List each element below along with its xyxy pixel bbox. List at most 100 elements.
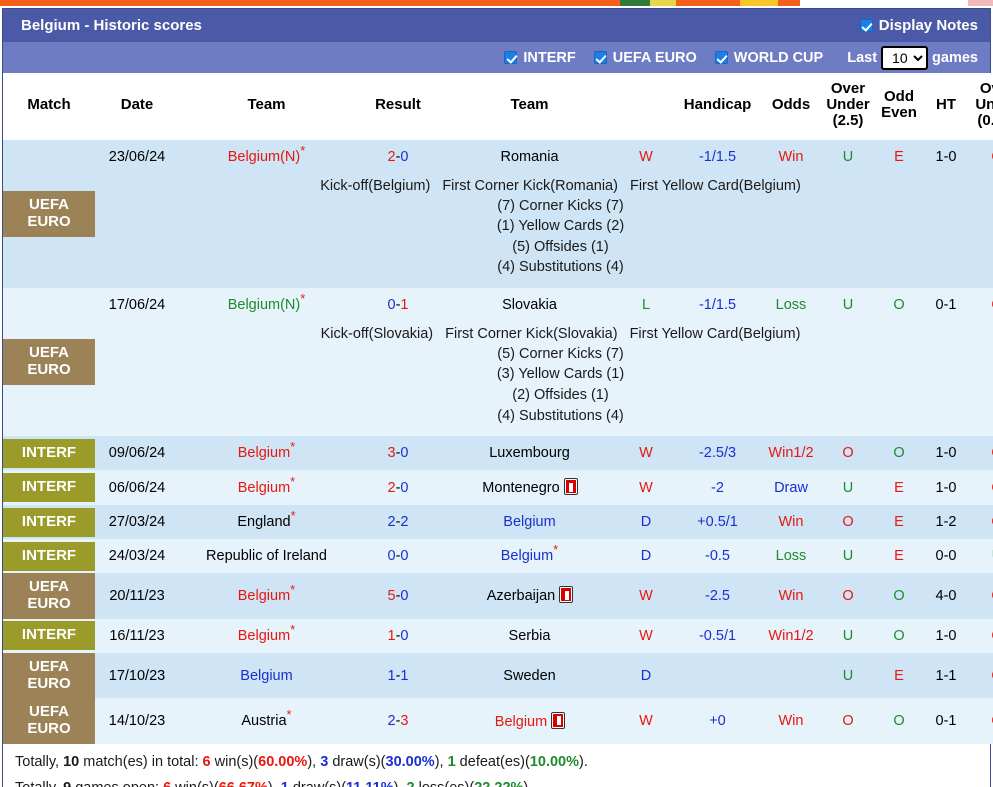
result-cell[interactable]: 2-3 <box>354 698 442 744</box>
league-badge-line2: EURO <box>27 594 71 612</box>
home-team-cell[interactable]: Belgium* <box>179 470 354 506</box>
away-team-cell[interactable]: Montenegro <box>442 470 617 506</box>
col-header-odds: Odds <box>760 73 822 140</box>
table-row[interactable]: INTERF 09/06/24 Belgium* 3-0 Luxembourg W -2.5… <box>3 436 993 471</box>
score-home: 1 <box>387 667 396 684</box>
result-cell[interactable]: 2-0 <box>354 470 442 506</box>
home-team-cell[interactable]: Belgium* <box>179 436 354 471</box>
win-draw-loss-cell: L <box>617 287 675 322</box>
txt: draw(s)( <box>289 780 346 787</box>
home-team-cell[interactable]: Austria* <box>179 698 354 744</box>
team-name: England <box>237 514 291 531</box>
result-cell[interactable]: 3-0 <box>354 436 442 471</box>
score-home: 0 <box>387 296 396 313</box>
odds-result-cell: Win <box>760 573 822 619</box>
league-cell[interactable]: INTERF <box>3 618 95 653</box>
open-games-count: 9 <box>63 780 71 787</box>
odd-even-cell: O <box>874 573 924 619</box>
table-row[interactable]: UEFA EURO 14/10/23 Austria* 2-3 Belgium W +0 Win… <box>3 698 993 744</box>
col-header-ou25-line3: (2.5) <box>832 112 864 130</box>
table-row[interactable]: UEFA EURO 20/11/23 Belgium* 5-0 Azerbaijan W -2… <box>3 573 993 619</box>
home-team-cell[interactable]: Belgium(N)* <box>179 287 354 322</box>
filter-world-cup-checkbox[interactable] <box>714 51 728 64</box>
home-team-cell[interactable]: Belgium(N)* <box>179 139 354 174</box>
result-cell[interactable]: 5-0 <box>354 573 442 619</box>
match-notes-cell: Kick-off(Belgium) First Corner Kick(Roman… <box>95 173 993 288</box>
away-team-cell[interactable]: Belgium <box>442 698 617 744</box>
display-notes-toggle[interactable]: Display Notes <box>859 17 978 34</box>
score-home: 2 <box>387 514 396 531</box>
result-cell[interactable]: 1-0 <box>354 618 442 653</box>
note-stat-line: (5) Corner Kicks (7) <box>497 345 624 362</box>
league-cell[interactable]: INTERF <box>3 436 95 471</box>
league-badge[interactable]: UEFA EURO <box>3 190 95 237</box>
odd-even-cell: E <box>874 470 924 506</box>
display-notes-checkbox[interactable] <box>859 19 873 32</box>
odd-even-cell: E <box>874 652 924 699</box>
table-row[interactable]: INTERF 24/03/24 Republic of Ireland 0-0 Belg… <box>3 539 993 574</box>
league-cell[interactable]: UEFA EURO <box>3 139 95 288</box>
league-badge[interactable]: UEFA EURO <box>3 573 95 619</box>
result-cell[interactable]: 0-0 <box>354 539 442 574</box>
table-row[interactable]: INTERF 27/03/24 England* 2-2 Belgium D +0.5/1 W… <box>3 505 993 540</box>
panel-title-bar: Belgium - Historic scores Display Notes <box>3 9 990 42</box>
home-team-cell[interactable]: Belgium <box>179 652 354 699</box>
away-team-cell[interactable]: Luxembourg <box>442 436 617 471</box>
away-team-cell[interactable]: Slovakia <box>442 287 617 322</box>
neutral-venue-asterisk: * <box>290 473 296 489</box>
league-cell[interactable]: INTERF <box>3 539 95 574</box>
filter-world-cup[interactable]: WORLD CUP <box>714 50 823 66</box>
away-team-cell[interactable]: Azerbaijan <box>442 573 617 619</box>
league-badge[interactable]: INTERF <box>3 473 95 503</box>
result-cell[interactable]: 1-1 <box>354 652 442 699</box>
result-cell[interactable]: 2-0 <box>354 139 442 174</box>
score-home: 3 <box>387 445 396 462</box>
league-badge[interactable]: INTERF <box>3 621 95 651</box>
away-team-cell[interactable]: Belgium <box>442 505 617 540</box>
red-card-icon <box>560 587 573 603</box>
league-cell[interactable]: UEFA EURO <box>3 652 95 699</box>
open-losses-pct: 22.22% <box>474 780 523 787</box>
team-name: Belgium <box>237 479 291 496</box>
league-badge[interactable]: UEFA EURO <box>3 652 95 699</box>
away-team-cell[interactable]: Sweden <box>442 652 617 699</box>
table-row[interactable]: UEFA EURO 23/06/24 Belgium(N)* 2-0 Romania W -1… <box>3 139 993 288</box>
away-team-cell[interactable]: Romania <box>442 139 617 174</box>
score-home: 2 <box>387 148 396 165</box>
away-team-cell[interactable]: Belgium* <box>442 539 617 574</box>
home-team-cell[interactable]: England* <box>179 505 354 540</box>
league-badge[interactable]: UEFA EURO <box>3 698 95 744</box>
home-team-cell[interactable]: Belgium* <box>179 573 354 619</box>
games-label: games <box>932 49 978 66</box>
table-row[interactable]: INTERF 06/06/24 Belgium* 2-0 Montenegro W -2 Dr… <box>3 470 993 506</box>
league-badge[interactable]: INTERF <box>3 541 95 571</box>
home-team-cell[interactable]: Belgium* <box>179 618 354 653</box>
league-cell[interactable]: INTERF <box>3 470 95 506</box>
over-under-25-cell: U <box>822 470 874 506</box>
league-cell[interactable]: UEFA EURO <box>3 698 95 744</box>
filter-uefa-euro-checkbox[interactable] <box>593 51 607 64</box>
away-team-cell[interactable]: Serbia <box>442 618 617 653</box>
note-kickoff: Kick-off(Belgium) <box>320 177 431 194</box>
result-cell[interactable]: 2-2 <box>354 505 442 540</box>
league-cell[interactable]: UEFA EURO <box>3 573 95 619</box>
league-cell[interactable]: UEFA EURO <box>3 287 95 437</box>
filter-interf[interactable]: INTERF <box>504 50 576 66</box>
league-badge[interactable]: UEFA EURO <box>3 339 95 385</box>
filter-uefa-euro[interactable]: UEFA EURO <box>593 50 697 66</box>
league-badge[interactable]: INTERF <box>3 507 95 537</box>
banner-color-block <box>968 0 993 6</box>
games-count-select[interactable]: 10203050 <box>881 45 929 70</box>
score-away: 3 <box>400 713 409 730</box>
result-cell[interactable]: 0-1 <box>354 287 442 322</box>
league-badge[interactable]: INTERF <box>3 438 95 468</box>
table-row[interactable]: UEFA EURO 17/06/24 Belgium(N)* 0-1 Slovakia L -… <box>3 287 993 437</box>
table-row[interactable]: INTERF 16/11/23 Belgium* 1-0 Serbia W -0.5/1 Wi… <box>3 618 993 653</box>
league-cell[interactable]: INTERF <box>3 505 95 540</box>
total-defeats-pct: 10.00% <box>529 753 579 770</box>
home-team-cell[interactable]: Republic of Ireland <box>179 539 354 574</box>
txt: Totally, <box>15 780 63 787</box>
win-draw-loss-cell: W <box>617 470 675 506</box>
filter-interf-checkbox[interactable] <box>504 51 518 64</box>
table-row[interactable]: UEFAEURO17/10/23Belgium1-1SwedenDUE1-1O <box>3 652 993 699</box>
